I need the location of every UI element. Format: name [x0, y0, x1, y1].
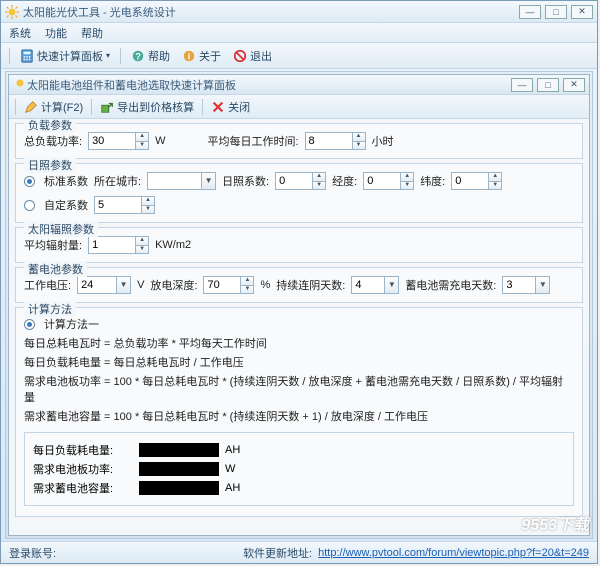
avg-irr-input[interactable]	[88, 236, 136, 254]
close-icon	[211, 100, 225, 114]
custom-coef-input[interactable]	[94, 196, 142, 214]
outer-titlebar: 太阳能光伏工具 - 光电系统设计 — □ ✕	[1, 1, 597, 23]
outer-toolbar: 快速计算面板▾ ? 帮助 i 关于 退出	[1, 43, 597, 69]
total-power-input[interactable]	[88, 132, 136, 150]
menubar: 系统 功能 帮助	[1, 23, 597, 43]
menu-function[interactable]: 功能	[45, 25, 67, 41]
exit-button[interactable]: 退出	[229, 46, 276, 66]
statusbar: 登录账号: 软件更新地址: http://www.pvtool.com/foru…	[1, 541, 597, 563]
svg-text:i: i	[188, 51, 191, 62]
exit-icon	[233, 49, 247, 63]
help-icon: ?	[131, 49, 145, 63]
login-label: 登录账号:	[9, 545, 56, 561]
export-icon	[100, 100, 114, 114]
inner-maximize-button[interactable]: □	[537, 78, 559, 92]
inner-window: 太阳能电池组件和蓄电池选取快速计算面板 — □ ✕ 计算(F2) 导出到价格核算	[8, 74, 590, 536]
help-button[interactable]: ? 帮助	[127, 46, 174, 66]
mdi-area: 太阳能电池组件和蓄电池选取快速计算面板 — □ ✕ 计算(F2) 导出到价格核算	[5, 71, 593, 539]
svg-text:?: ?	[135, 51, 141, 62]
irradiation-group: 太阳辐照参数 平均辐射量: ▲▼ KW/m2	[15, 227, 583, 263]
battery-group: 蓄电池参数 工作电压: ▼ V 放电深度: ▲▼ % 持续连阴天数: ▼ 蓄电池…	[15, 267, 583, 303]
avg-hours-label: 平均每日工作时间:	[207, 133, 298, 149]
avg-hours-input[interactable]	[305, 132, 353, 150]
city-combo[interactable]	[147, 172, 202, 190]
total-power-label: 总负载功率:	[24, 133, 82, 149]
calculator-icon	[20, 49, 34, 63]
export-button[interactable]: 导出到价格核算	[96, 97, 198, 117]
about-button[interactable]: i 关于	[178, 46, 225, 66]
update-label: 软件更新地址:	[243, 545, 312, 561]
formula-4: 需求蓄电池容量 = 100 * 每日总耗电瓦时 * (持续连阴天数 + 1) /…	[24, 408, 574, 424]
close-button[interactable]: ✕	[571, 5, 593, 19]
quick-panel-button[interactable]: 快速计算面板▾	[16, 46, 114, 66]
inner-minimize-button[interactable]: —	[511, 78, 533, 92]
pencil-icon	[24, 100, 38, 114]
custom-coef-radio[interactable]	[24, 200, 35, 211]
outer-title: 太阳能光伏工具 - 光电系统设计	[23, 4, 519, 20]
inner-titlebar: 太阳能电池组件和蓄电池选取快速计算面板 — □ ✕	[9, 75, 589, 95]
voltage-combo[interactable]	[77, 276, 117, 294]
dod-input[interactable]	[203, 276, 241, 294]
app-icon	[5, 5, 19, 19]
std-coef-radio[interactable]	[24, 176, 35, 187]
menu-help[interactable]: 帮助	[81, 25, 103, 41]
spin-down[interactable]: ▼	[136, 141, 148, 149]
formula-3: 需求电池板功率 = 100 * 每日总耗电瓦时 * (持续连阴天数 / 放电深度…	[24, 373, 574, 405]
inner-title: 太阳能电池组件和蓄电池选取快速计算面板	[27, 77, 511, 93]
inner-toolbar: 计算(F2) 导出到价格核算 关闭	[9, 95, 589, 119]
result3-value	[139, 481, 219, 495]
formula-2: 每日负载耗电量 = 每日总耗电瓦时 / 工作电压	[24, 354, 574, 370]
dropdown-icon[interactable]: ▼	[202, 172, 216, 190]
load-group: 负载参数 总负载功率: ▲▼ W 平均每日工作时间: ▲▼	[15, 123, 583, 159]
charge-combo[interactable]	[502, 276, 536, 294]
result2-label: 需求电池板功率:	[33, 461, 133, 477]
cloudy-combo[interactable]	[351, 276, 385, 294]
lat-input[interactable]	[451, 172, 489, 190]
result3-label: 需求蓄电池容量:	[33, 480, 133, 496]
spin-up[interactable]: ▲	[136, 133, 148, 141]
lon-input[interactable]	[363, 172, 401, 190]
info-icon: i	[182, 49, 196, 63]
result2-value	[139, 462, 219, 476]
calc-button[interactable]: 计算(F2)	[20, 97, 87, 117]
method1-radio[interactable]	[24, 319, 35, 330]
maximize-button[interactable]: □	[545, 5, 567, 19]
sun-coef-input[interactable]	[275, 172, 313, 190]
formula-1: 每日总耗电瓦时 = 总负载功率 * 平均每天工作时间	[24, 335, 574, 351]
update-link[interactable]: http://www.pvtool.com/forum/viewtopic.ph…	[318, 547, 589, 559]
sun-icon	[13, 76, 27, 93]
close-panel-button[interactable]: 关闭	[207, 97, 254, 117]
result1-label: 每日负载耗电量:	[33, 442, 133, 458]
inner-close-button[interactable]: ✕	[563, 78, 585, 92]
sun-group: 日照参数 标准系数 所在城市: ▼ 日照系数: ▲▼ 经度: ▲▼ 纬度: ▲▼	[15, 163, 583, 223]
minimize-button[interactable]: —	[519, 5, 541, 19]
menu-system[interactable]: 系统	[9, 25, 31, 41]
method-group: 计算方法 计算方法一 每日总耗电瓦时 = 总负载功率 * 平均每天工作时间 每日…	[15, 307, 583, 517]
result1-value	[139, 443, 219, 457]
